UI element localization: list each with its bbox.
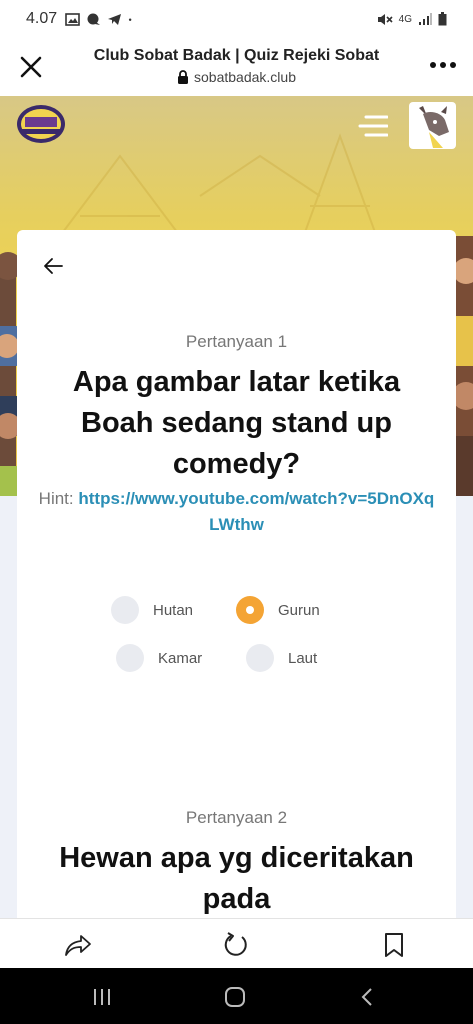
status-right: 4G	[377, 12, 447, 26]
status-time: 4.07	[26, 10, 58, 27]
hamburger-menu-icon[interactable]	[358, 114, 388, 138]
bookmark-icon[interactable]	[380, 931, 408, 959]
option-label: Hutan	[153, 601, 194, 619]
chat-icon	[87, 13, 101, 25]
option-label: Kamar	[158, 649, 203, 667]
gallery-icon	[65, 12, 80, 26]
quiz-card: Pertanyaan 1 Apa gambar latar ketika Boa…	[17, 230, 456, 930]
radio-button-selected[interactable]	[236, 596, 264, 624]
question-2-text: Hewan apa yg diceritakan pada	[59, 842, 414, 915]
more-icon[interactable]	[429, 60, 457, 70]
recent-apps-icon[interactable]	[91, 986, 113, 1008]
page: 4.07 4G Club Sobat Badak | Quiz Rejeki S…	[0, 0, 473, 1024]
radio-button[interactable]	[111, 596, 139, 624]
hint-label: Hint:	[38, 489, 74, 508]
telegram-icon	[108, 13, 122, 25]
battery-icon	[438, 12, 447, 26]
option-laut[interactable]: Laut	[246, 644, 317, 672]
rhino-mascot-icon	[419, 106, 449, 148]
radio-button[interactable]	[116, 644, 144, 672]
mute-icon	[377, 13, 393, 25]
question-1-hint: Hint: https://www.youtube.com/watch?v=5D…	[37, 486, 436, 538]
close-icon[interactable]	[18, 54, 44, 80]
back-nav-icon[interactable]	[356, 986, 378, 1008]
option-kamar[interactable]: Kamar	[116, 644, 202, 672]
back-arrow-icon[interactable]	[41, 254, 65, 278]
option-hutan[interactable]: Hutan	[111, 596, 193, 624]
share-icon[interactable]	[64, 931, 92, 959]
radio-button[interactable]	[246, 644, 274, 672]
avatar[interactable]	[409, 102, 456, 149]
home-icon[interactable]	[224, 986, 246, 1008]
browser-toolbar	[0, 918, 473, 968]
status-bar: 4.07 4G	[0, 0, 473, 38]
club-logo[interactable]	[16, 104, 66, 144]
refresh-icon[interactable]	[222, 931, 250, 959]
signal-icon	[419, 12, 432, 25]
url-bar[interactable]: sobatbadak.club	[60, 69, 413, 85]
question-1-number: Pertanyaan 1	[185, 332, 288, 351]
network-label: 4G	[398, 13, 412, 25]
option-label: Gurun	[278, 601, 320, 619]
page-title: Club Sobat Badak | Quiz Rejeki Sobat	[93, 47, 380, 64]
question-2-number: Pertanyaan 2	[185, 808, 288, 827]
url-text: sobatbadak.club	[194, 69, 296, 85]
browser-header: Club Sobat Badak | Quiz Rejeki Sobat sob…	[0, 38, 473, 96]
hint-link[interactable]: https://www.youtube.com/watch?v=5DnOXqLW…	[78, 489, 434, 534]
option-gurun[interactable]: Gurun	[236, 596, 320, 624]
lock-icon	[178, 70, 189, 84]
system-nav-bar	[0, 968, 473, 1024]
option-label: Laut	[288, 649, 318, 667]
question-1-text: Apa gambar latar ketika Boah sedang stan…	[72, 366, 401, 480]
dot-icon	[129, 18, 132, 21]
